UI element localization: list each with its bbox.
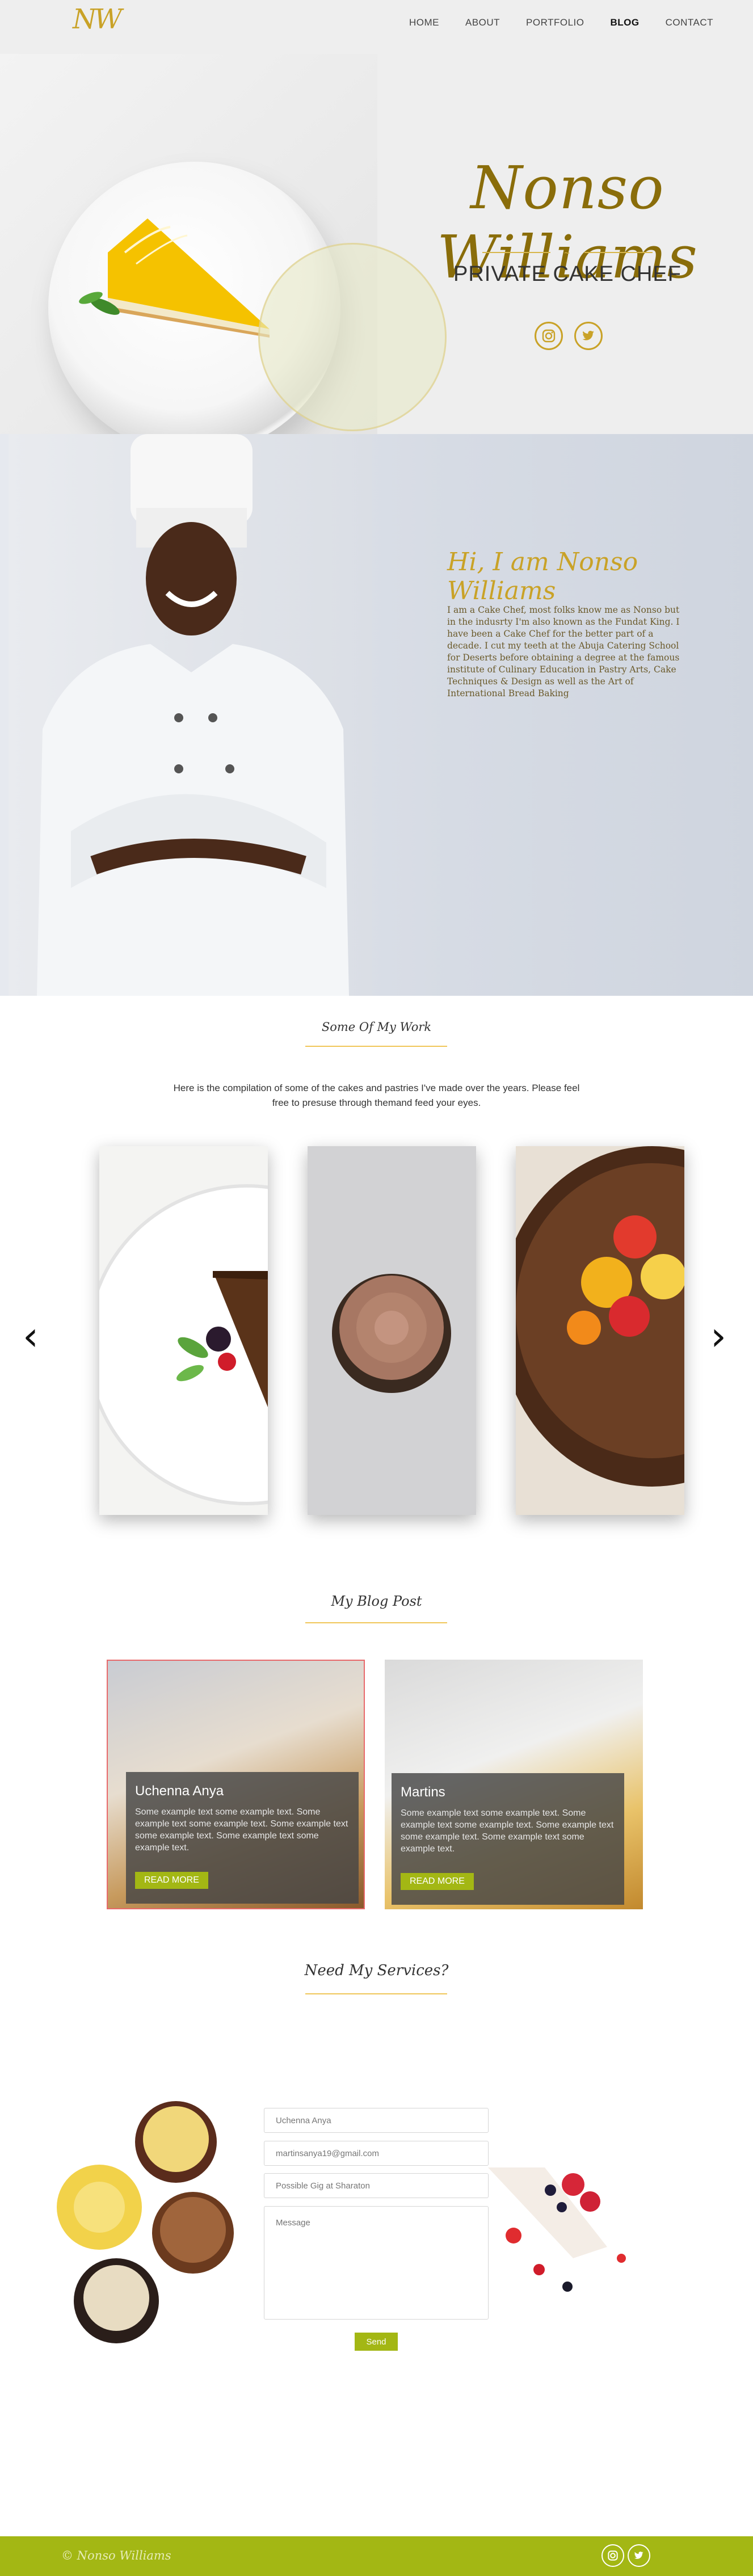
berry-cake-photo <box>488 2167 626 2292</box>
logo[interactable]: NW <box>73 3 122 35</box>
chef-photo <box>9 434 372 996</box>
services-title-underline <box>305 1993 447 1994</box>
read-more-button[interactable]: READ MORE <box>135 1872 208 1889</box>
footer-copyright: © Nonso Williams <box>61 2549 171 2562</box>
blog-title-underline <box>305 1622 447 1623</box>
nav-blog[interactable]: BLOG <box>610 17 639 28</box>
cheesecake-slice <box>79 218 270 338</box>
work-title-underline <box>305 1046 447 1047</box>
footer: © Nonso Williams <box>0 2536 753 2576</box>
blog-author: Uchenna Anya <box>135 1783 224 1799</box>
carousel-prev-button[interactable]: ‹ <box>23 1316 39 1356</box>
work-card-chocolate-slice[interactable] <box>99 1146 268 1515</box>
nav-contact[interactable]: CONTACT <box>666 17 713 28</box>
subject-field[interactable] <box>264 2173 489 2198</box>
blog-title: My Blog Post <box>331 1593 422 1609</box>
name-field[interactable] <box>264 2108 489 2133</box>
hero-socials <box>535 322 603 350</box>
hero-section: Nonso Williams ~ PRIVATE CAKE CHEF <box>0 0 753 434</box>
blog-card-2[interactable]: Martins Some example text some example t… <box>385 1660 643 1909</box>
work-card-fruit-cake[interactable] <box>516 1146 684 1515</box>
instagram-icon[interactable] <box>601 2544 624 2567</box>
nav-links: HOME ABOUT PORTFOLIO BLOG CONTACT <box>409 17 713 28</box>
about-section: Hi, I am Nonso Williams I am a Cake Chef… <box>0 434 753 996</box>
nav-home[interactable]: HOME <box>409 17 439 28</box>
carousel-next-button[interactable]: › <box>710 1316 726 1356</box>
services-title: Need My Services? <box>304 1962 449 1979</box>
chef-figure <box>37 434 349 996</box>
instagram-icon[interactable] <box>535 322 563 350</box>
twitter-icon[interactable] <box>574 322 603 350</box>
blog-overlay: Martins Some example text some example t… <box>392 1773 624 1905</box>
work-intro: Here is the compilation of some of the c… <box>173 1083 580 1108</box>
work-title: Some Of My Work <box>321 1020 432 1034</box>
hero-subtitle: PRIVATE CAKE CHEF <box>453 262 682 286</box>
work-card-cupcake[interactable] <box>308 1146 476 1515</box>
blog-excerpt: Some example text some example text. Som… <box>401 1808 614 1854</box>
about-title: Hi, I am Nonso Williams <box>447 548 638 605</box>
twitter-icon[interactable] <box>628 2544 650 2567</box>
blog-author: Martins <box>401 1784 445 1800</box>
read-more-button[interactable]: READ MORE <box>401 1873 474 1890</box>
cupcakes-photo <box>57 2101 234 2343</box>
top-nav: NW HOME ABOUT PORTFOLIO BLOG CONTACT <box>0 0 753 45</box>
blog-card-1[interactable]: Uchenna Anya Some example text some exam… <box>107 1660 365 1909</box>
message-field[interactable] <box>264 2206 489 2320</box>
nav-portfolio[interactable]: PORTFOLIO <box>526 17 584 28</box>
footer-socials <box>601 2544 650 2567</box>
blog-excerpt: Some example text some example text. Som… <box>135 1807 348 1853</box>
blog-overlay: Uchenna Anya Some example text some exam… <box>126 1772 359 1904</box>
hero-divider: ~ <box>482 247 653 259</box>
about-text: I am a Cake Chef, most folks know me as … <box>447 605 680 698</box>
nav-about[interactable]: ABOUT <box>465 17 500 28</box>
email-field[interactable] <box>264 2141 489 2166</box>
send-button[interactable]: Send <box>355 2333 398 2351</box>
